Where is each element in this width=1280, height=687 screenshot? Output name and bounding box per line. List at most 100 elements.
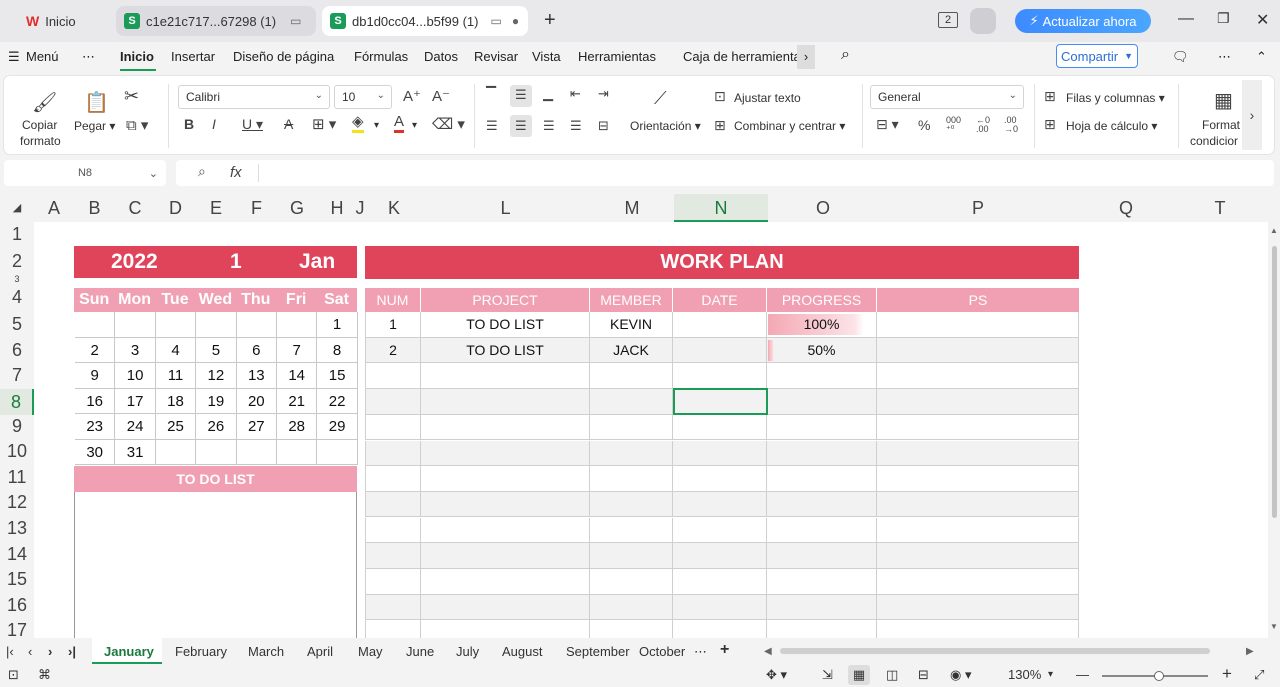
cell-date[interactable] xyxy=(673,543,767,569)
menu-scroll-right-icon[interactable]: › xyxy=(797,45,815,69)
calendar-day-cell[interactable]: 5 xyxy=(196,337,237,363)
calendar-day-cell[interactable] xyxy=(155,439,197,465)
page-layout-view-icon[interactable]: ◫ xyxy=(886,667,898,683)
worksheet-grid[interactable]: 2022 1 Jan Sun Mon Tue Wed Thu Fri Sat 1… xyxy=(34,222,1268,638)
hscroll-right-icon[interactable]: ▶ xyxy=(1246,646,1254,657)
cell-progress[interactable] xyxy=(767,414,877,441)
calendar-day-cell[interactable]: 2 xyxy=(75,337,116,363)
cell-date[interactable] xyxy=(673,414,767,441)
cell-ps[interactable] xyxy=(877,337,1079,364)
cell-progress[interactable] xyxy=(767,543,877,569)
cell-project[interactable] xyxy=(421,543,590,569)
calendar-day-cell[interactable]: 3 xyxy=(115,337,156,363)
conditional-format-label-1[interactable]: Format xyxy=(1202,118,1240,132)
strikethrough-icon[interactable]: A xyxy=(284,116,293,132)
cell-progress[interactable] xyxy=(767,389,877,415)
next-sheet-icon[interactable]: › xyxy=(48,644,52,659)
calendar-day-cell[interactable]: 26 xyxy=(196,414,237,440)
cell-num[interactable]: 2 xyxy=(365,337,421,364)
cut-icon[interactable]: ✂ xyxy=(124,86,139,107)
row-header-10[interactable]: 10 xyxy=(0,441,34,462)
restore-icon[interactable]: ❐ xyxy=(1217,10,1230,27)
row-header-14[interactable]: 14 xyxy=(0,544,34,565)
thousands-icon[interactable]: 000 ⁺⁰ xyxy=(946,116,961,134)
align-left-icon[interactable]: ☰ xyxy=(486,118,498,134)
cell-ps[interactable] xyxy=(877,389,1079,415)
reading-mode-icon[interactable]: ⇲ xyxy=(822,667,833,683)
column-header-q[interactable]: Q xyxy=(1078,194,1174,222)
formula-input[interactable]: ⌕ fx xyxy=(176,160,1274,186)
zoom-in-icon[interactable]: + xyxy=(1222,664,1232,684)
menu-caja-herramientas[interactable]: Caja de herramienta xyxy=(683,49,797,64)
distributed-icon[interactable]: ⊟ xyxy=(598,118,609,134)
font-color-icon[interactable]: A xyxy=(394,114,405,133)
align-bottom-icon[interactable]: ▁ xyxy=(543,86,553,102)
cell-date[interactable] xyxy=(673,440,767,466)
update-now-button[interactable]: ⚡ Actualizar ahora xyxy=(1015,9,1151,33)
search-icon[interactable]: ⌕ xyxy=(841,46,850,64)
select-all-corner[interactable]: ◢ xyxy=(0,194,34,222)
sheet-tab-january[interactable]: January xyxy=(104,644,154,659)
copy-icon[interactable]: ⧉ ▾ xyxy=(126,116,148,134)
row-header-11[interactable]: 11 xyxy=(0,467,34,488)
cell-member[interactable] xyxy=(590,363,673,389)
calendar-day-cell[interactable]: 1 xyxy=(317,312,358,338)
paste-button[interactable]: Pegar ▾ xyxy=(74,119,115,133)
name-box[interactable]: N8 ⌄ xyxy=(4,160,166,186)
add-sheet-icon[interactable]: + xyxy=(720,641,729,659)
fill-color-dropdown-icon[interactable]: ▾ xyxy=(374,120,379,131)
currency-format-icon[interactable]: ⊟ ▾ xyxy=(876,116,899,133)
align-top-icon[interactable]: ▔ xyxy=(486,86,496,102)
tab-document-2[interactable]: S db1d0cc04...b5f99 (1) ▭ ● xyxy=(322,6,528,36)
calendar-day-cell[interactable] xyxy=(75,312,116,338)
column-header-f[interactable]: F xyxy=(236,194,277,222)
cell-member[interactable]: JACK xyxy=(590,337,673,364)
menu-vista[interactable]: Vista xyxy=(532,49,561,64)
calendar-day-cell[interactable]: 29 xyxy=(317,414,358,440)
row-header-4[interactable]: 4 xyxy=(0,287,34,308)
cell-num[interactable] xyxy=(365,440,421,466)
comment-icon[interactable]: 🗨 xyxy=(1172,49,1189,65)
cell-ps[interactable] xyxy=(877,517,1079,544)
sheet-tab-may[interactable]: May xyxy=(358,644,383,659)
calendar-day-cell[interactable]: 4 xyxy=(155,337,197,363)
cell-project[interactable] xyxy=(421,594,590,621)
cell-project[interactable]: TO DO LIST xyxy=(421,337,590,364)
page-break-view-icon[interactable]: ⊟ xyxy=(918,667,929,683)
calendar-day-cell[interactable]: 28 xyxy=(277,414,318,440)
cell-ps[interactable] xyxy=(877,312,1079,338)
normal-view-icon[interactable]: ▦ xyxy=(848,665,870,685)
cell-date[interactable] xyxy=(673,363,767,389)
calendar-day-cell[interactable]: 12 xyxy=(196,363,237,389)
fullscreen-icon[interactable]: ⤢ xyxy=(1254,667,1264,683)
calendar-day-cell[interactable]: 20 xyxy=(236,388,277,414)
calendar-day-cell[interactable] xyxy=(196,439,237,465)
cell-project[interactable] xyxy=(421,440,590,466)
cell-num[interactable] xyxy=(365,363,421,389)
more-options-icon[interactable]: ⋯ xyxy=(1218,49,1231,65)
rows-columns-icon[interactable]: ⊞ xyxy=(1044,88,1056,105)
calendar-day-cell[interactable]: 13 xyxy=(236,363,277,389)
menu-insertar[interactable]: Insertar xyxy=(171,49,215,64)
cell-date[interactable] xyxy=(673,517,767,544)
calendar-day-cell[interactable]: 6 xyxy=(236,337,277,363)
column-header-m[interactable]: M xyxy=(590,194,674,222)
cell-project[interactable] xyxy=(421,569,590,595)
hscroll-left-icon[interactable]: ◀ xyxy=(764,646,772,657)
cell-progress[interactable] xyxy=(767,620,877,638)
cell-project[interactable] xyxy=(421,517,590,544)
cell-member[interactable] xyxy=(590,491,673,518)
percent-icon[interactable]: % xyxy=(918,117,930,133)
sheet-tab-march[interactable]: March xyxy=(248,644,284,659)
calendar-day-cell[interactable]: 30 xyxy=(75,439,116,465)
column-header-t[interactable]: T xyxy=(1180,194,1260,222)
cell-num[interactable] xyxy=(365,466,421,492)
row-header-8[interactable]: 8 xyxy=(0,389,34,415)
row-header-7[interactable]: 7 xyxy=(0,365,34,386)
calendar-day-cell[interactable]: 19 xyxy=(196,388,237,414)
indent-decrease-icon[interactable]: ⇤ xyxy=(570,86,581,102)
share-button[interactable]: Compartir ▼ xyxy=(1056,44,1138,68)
row-header-16[interactable]: 16 xyxy=(0,595,34,616)
calendar-day-cell[interactable]: 24 xyxy=(115,414,156,440)
sheet-tab-september[interactable]: September xyxy=(566,644,630,659)
